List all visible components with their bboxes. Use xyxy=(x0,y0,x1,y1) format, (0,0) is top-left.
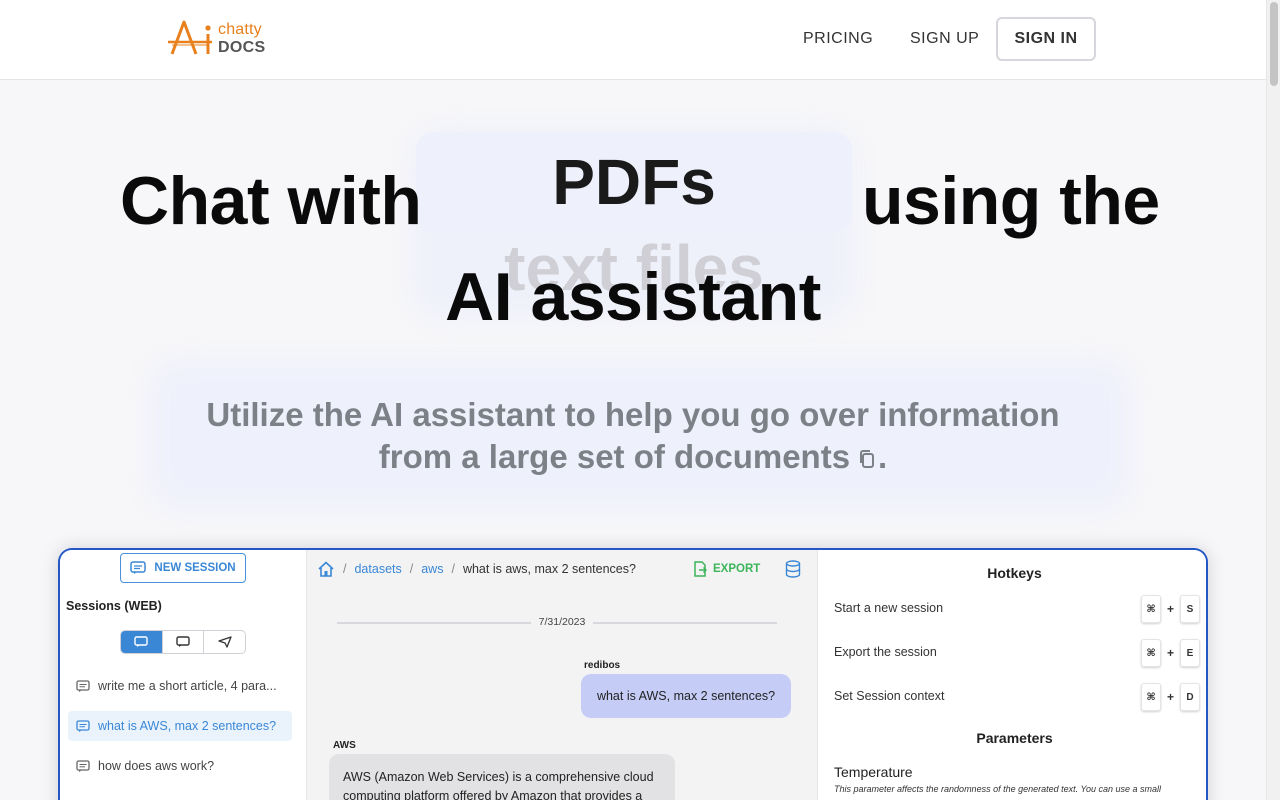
settings-pane: Hotkeys Start a new session ⌘ + S Export… xyxy=(817,550,1206,800)
key-letter: E xyxy=(1180,639,1200,667)
hero-subtitle-line-1: Utilize the AI assistant to help you go … xyxy=(206,396,1060,433)
chat-pane: / datasets / aws / what is aws, max 2 se… xyxy=(307,550,817,800)
sessions-title: Sessions (WEB) xyxy=(66,599,162,613)
message-icon xyxy=(134,636,149,647)
page-scrollbar[interactable] xyxy=(1266,0,1280,800)
breadcrumb-separator: / xyxy=(409,562,414,576)
temperature-description: This parameter affects the randomness of… xyxy=(834,784,1162,794)
user-message-bubble: what is AWS, max 2 sentences? xyxy=(581,674,791,718)
session-type-telegram-tab[interactable] xyxy=(204,631,245,653)
chat-icon xyxy=(176,636,190,647)
logo-text-docs: DOCS xyxy=(218,39,266,56)
key-cmd: ⌘ xyxy=(1140,595,1161,623)
hotkey-label: Export the session xyxy=(834,645,937,659)
sessions-sidebar: NEW SESSION Sessions (WEB) write me a sh… xyxy=(60,550,307,800)
hotkey-label: Start a new session xyxy=(834,601,944,615)
hero-subtitle-text-2: from a large set of documents xyxy=(378,438,851,475)
send-icon xyxy=(218,636,232,648)
hotkeys-title: Hotkeys xyxy=(987,565,1042,581)
chatty-docs-logo[interactable]: chatty DOCS xyxy=(168,16,278,62)
site-header: chatty DOCS PRICING SIGN UP SIGN IN xyxy=(0,0,1266,80)
hotkey-row: Set Session context ⌘ + D xyxy=(834,683,1200,711)
session-item-active[interactable]: what is AWS, max 2 sentences? xyxy=(68,711,292,741)
hero-title-start: Chat with xyxy=(120,163,422,239)
database-icon[interactable] xyxy=(785,560,801,578)
session-item-label: what is AWS, max 2 sentences? xyxy=(98,719,277,733)
breadcrumb-current: what is aws, max 2 sentences? xyxy=(462,562,636,576)
session-type-web-tab[interactable] xyxy=(121,631,163,653)
key-cmd: ⌘ xyxy=(1140,683,1161,711)
hotkey-combo: ⌘ + D xyxy=(1140,683,1200,711)
logo-text-chatty: chatty xyxy=(218,21,262,38)
documents-icon xyxy=(860,450,875,468)
key-letter: D xyxy=(1180,683,1200,711)
breadcrumb-aws-link[interactable]: aws xyxy=(421,562,443,576)
session-type-toggle xyxy=(120,630,246,654)
breadcrumb-separator: / xyxy=(343,562,347,576)
scrollbar-thumb[interactable] xyxy=(1270,2,1278,86)
message-icon xyxy=(76,719,90,732)
home-icon[interactable] xyxy=(317,561,335,577)
nav-signup-link[interactable]: SIGN UP xyxy=(910,30,979,48)
key-cmd: ⌘ xyxy=(1140,639,1161,667)
key-plus: + xyxy=(1166,602,1174,616)
date-text: 7/31/2023 xyxy=(530,616,594,628)
hero-rotating-word: PDFs xyxy=(552,146,716,218)
session-item-label: how does aws work? xyxy=(98,759,215,773)
sign-in-button[interactable]: SIGN IN xyxy=(996,17,1096,61)
message-icon xyxy=(76,759,90,772)
session-item[interactable]: how does aws work? xyxy=(68,751,292,781)
key-plus: + xyxy=(1166,690,1174,704)
hotkey-combo: ⌘ + S xyxy=(1140,595,1200,623)
export-button[interactable]: EXPORT xyxy=(693,561,760,577)
message-icon xyxy=(76,679,90,692)
app-preview-window: NEW SESSION Sessions (WEB) write me a sh… xyxy=(58,548,1208,800)
logo-mark-icon xyxy=(168,20,212,55)
hero-title-line-two: AI assistant xyxy=(445,259,821,335)
export-icon xyxy=(694,561,707,577)
breadcrumb-separator: / xyxy=(451,562,455,576)
new-session-label: NEW SESSION xyxy=(154,562,236,574)
hero-subtitle-period: . xyxy=(878,438,888,475)
temperature-title: Temperature xyxy=(834,764,913,780)
message-author-assistant: AWS xyxy=(333,740,356,751)
nav-pricing-link[interactable]: PRICING xyxy=(803,30,873,48)
date-divider-label: 7/31/2023 xyxy=(307,616,817,628)
session-type-chat-tab[interactable] xyxy=(163,631,205,653)
chat-bubble-icon xyxy=(130,561,147,574)
hero-title-end: using the xyxy=(862,163,1160,239)
hotkey-row: Start a new session ⌘ + S xyxy=(834,595,1200,623)
breadcrumb: / datasets / aws / what is aws, max 2 se… xyxy=(317,561,636,577)
export-label: EXPORT xyxy=(713,563,761,575)
message-author-user: redibos xyxy=(584,660,621,671)
key-letter: S xyxy=(1180,595,1200,623)
parameters-title: Parameters xyxy=(976,730,1053,746)
assistant-message-bubble: AWS (Amazon Web Services) is a comprehen… xyxy=(329,754,675,800)
new-session-button[interactable]: NEW SESSION xyxy=(120,553,246,583)
hotkey-row: Export the session ⌘ + E xyxy=(834,639,1200,667)
key-plus: + xyxy=(1166,646,1174,660)
hotkey-combo: ⌘ + E xyxy=(1140,639,1200,667)
hero-subtitle-line-2: from a large set of documents. xyxy=(150,436,1116,478)
breadcrumb-datasets-link[interactable]: datasets xyxy=(354,562,401,576)
hero-subtitle: Utilize the AI assistant to help you go … xyxy=(150,394,1116,478)
session-item[interactable]: write me a short article, 4 para... xyxy=(68,671,292,701)
session-item-label: write me a short article, 4 para... xyxy=(98,679,277,693)
hotkey-label: Set Session context xyxy=(834,689,945,703)
